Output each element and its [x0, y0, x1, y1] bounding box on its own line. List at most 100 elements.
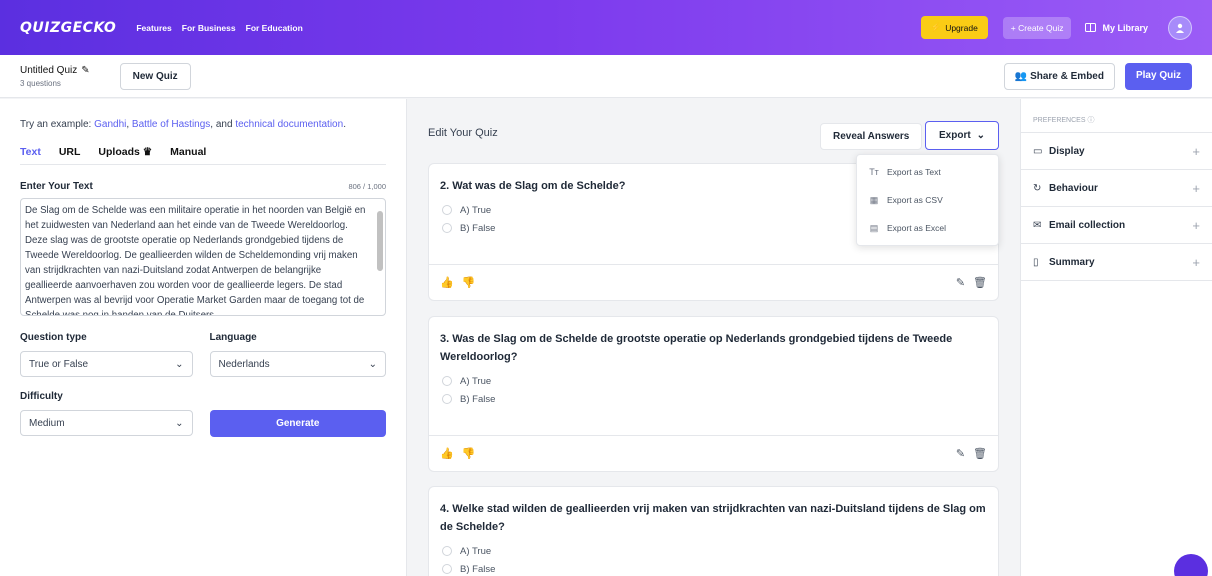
char-counter: 806 / 1,000	[348, 182, 386, 191]
tab-uploads[interactable]: Uploads ♛	[98, 146, 152, 158]
pref-label: Behaviour	[1049, 182, 1098, 194]
nav-link-business[interactable]: For Business	[182, 23, 236, 33]
pref-label: Email collection	[1049, 219, 1126, 231]
preferences-heading: PREFERENCES ⓘ	[1021, 99, 1212, 133]
tab-manual[interactable]: Manual	[170, 146, 206, 158]
radio-icon	[442, 205, 452, 215]
question-text[interactable]: 4. Welke stad wilden de geallieerden vri…	[429, 487, 998, 536]
thumbs-up-icon[interactable]: 👍	[440, 276, 454, 289]
language-label: Language	[209, 332, 257, 343]
share-embed-button[interactable]: 👥 Share & Embed	[1003, 62, 1115, 90]
radio-icon	[442, 394, 452, 404]
option-label: A) True	[460, 545, 492, 557]
tab-uploads-label: Uploads	[98, 146, 140, 158]
thumbs-down-icon[interactable]: 👎	[462, 447, 476, 460]
pref-behaviour[interactable]: ↻ Behaviour +	[1021, 170, 1212, 207]
play-quiz-button[interactable]: Play Quiz	[1124, 62, 1192, 90]
example-hastings[interactable]: Battle of Hastings	[132, 119, 210, 130]
options-list: A) True B) False	[429, 542, 998, 576]
language-select[interactable]: Nederlands ⌄	[209, 351, 386, 377]
question-type-col: Question type True or False ⌄	[20, 332, 193, 377]
option-item[interactable]: B) False	[429, 560, 998, 576]
examples-prefix: Try an example:	[20, 119, 95, 130]
export-text-item[interactable]: Tт Export as Text	[857, 158, 998, 186]
quiz-editor: Edit Your Quiz Reveal Answers Export ⌄ 2…	[408, 99, 1020, 576]
nav-link-education[interactable]: For Education	[246, 23, 303, 33]
export-button[interactable]: Export ⌄	[925, 121, 1000, 150]
quiz-title-text: Untitled Quiz	[20, 64, 78, 76]
top-nav: QUIZGECKO Features For Business For Educ…	[0, 0, 1212, 55]
excel-icon: ▤	[869, 222, 879, 233]
pencil-icon[interactable]: ✎	[81, 65, 89, 76]
question-card: 3. Was de Slag om de Schelde de grootste…	[428, 316, 999, 472]
tab-url[interactable]: URL	[59, 146, 81, 158]
pencil-icon[interactable]: ✎	[956, 276, 965, 289]
export-csv-item[interactable]: ▦ Export as CSV	[857, 186, 998, 214]
upgrade-label: Upgrade	[945, 22, 978, 33]
difficulty-row: Medium ⌄ Generate	[20, 410, 386, 437]
generator-panel: Try an example: Gandhi, Battle of Hastin…	[0, 99, 407, 576]
logo[interactable]: QUIZGECKO	[20, 20, 116, 36]
question-type-select[interactable]: True or False ⌄	[20, 351, 193, 377]
preferences-panel: PREFERENCES ⓘ ▭ Display + ↻ Behaviour + ✉ Ema…	[1020, 99, 1212, 576]
menu-label: Export as Excel	[887, 223, 947, 233]
source-tabs: Text URL Uploads ♛ Manual	[20, 146, 386, 165]
refresh-icon: ↻	[1033, 182, 1042, 194]
quiz-title[interactable]: Untitled Quiz ✎	[20, 65, 90, 76]
options-list: A) True B) False	[429, 372, 998, 408]
pref-display[interactable]: ▭ Display +	[1021, 133, 1212, 170]
option-label: B) False	[460, 393, 496, 405]
document-icon: ▯	[1033, 256, 1039, 268]
my-library-link[interactable]: My Library	[1085, 23, 1148, 33]
examples-line: Try an example: Gandhi, Battle of Hastin…	[20, 119, 386, 130]
create-quiz-button[interactable]: + Create Quiz	[1002, 16, 1072, 39]
generate-button[interactable]: Generate	[209, 410, 386, 437]
pref-summary[interactable]: ▯ Summary +	[1021, 244, 1212, 281]
menu-label: Export as CSV	[887, 195, 943, 205]
pref-email[interactable]: ✉ Email collection +	[1021, 207, 1212, 244]
options-row: Question type True or False ⌄ Language N…	[20, 332, 386, 377]
help-icon[interactable]: ⓘ	[1087, 117, 1094, 124]
difficulty-select[interactable]: Medium ⌄	[20, 410, 193, 436]
plus-icon: +	[1192, 180, 1200, 196]
radio-icon	[442, 223, 452, 233]
new-quiz-button[interactable]: New Quiz	[119, 62, 191, 90]
pencil-icon[interactable]: ✎	[956, 447, 965, 460]
export-label: Export	[939, 130, 971, 141]
source-text-input[interactable]: De Slag om de Schelde was een militaire …	[20, 198, 386, 316]
option-item[interactable]: A) True	[429, 542, 998, 560]
language-value: Nederlands	[218, 358, 270, 370]
thumbs-up-icon[interactable]: 👍	[440, 447, 454, 460]
upgrade-button[interactable]: ⚡ Upgrade	[920, 16, 988, 39]
export-excel-item[interactable]: ▤ Export as Excel	[857, 214, 998, 242]
example-gandhi[interactable]: Gandhi	[94, 119, 126, 130]
chevron-down-icon: ⌄	[368, 358, 377, 370]
tab-text[interactable]: Text	[20, 146, 41, 158]
textarea-scrollbar[interactable]	[377, 203, 383, 311]
avatar[interactable]	[1168, 15, 1192, 40]
question-text[interactable]: 3. Was de Slag om de Schelde de grootste…	[429, 317, 998, 366]
trash-icon[interactable]: 🗑	[973, 447, 987, 460]
option-item[interactable]: A) True	[429, 372, 998, 390]
preferences-label: PREFERENCES	[1033, 117, 1086, 124]
editor-title: Edit Your Quiz	[428, 127, 498, 139]
option-label: B) False	[460, 222, 496, 234]
card-footer: 👍 👎 ✎ 🗑	[429, 264, 998, 300]
trash-icon[interactable]: 🗑	[973, 276, 987, 289]
radio-icon	[442, 564, 452, 574]
my-library-label: My Library	[1102, 22, 1148, 33]
chevron-down-icon: ⌄	[175, 358, 184, 370]
scroll-thumb[interactable]	[377, 211, 383, 271]
example-tech-docs[interactable]: technical documentation	[235, 119, 343, 130]
thumbs-down-icon[interactable]: 👎	[462, 276, 476, 289]
option-label: A) True	[460, 375, 492, 387]
source-text: De Slag om de Schelde was een militaire …	[25, 205, 366, 316]
crown-icon: ♛	[142, 146, 153, 158]
bolt-icon: ⚡	[930, 22, 942, 32]
pref-label: Display	[1049, 145, 1085, 157]
reveal-answers-button[interactable]: Reveal Answers	[820, 123, 923, 150]
nav-link-features[interactable]: Features	[136, 23, 171, 33]
option-item[interactable]: B) False	[429, 390, 998, 408]
quiz-title-block: Untitled Quiz ✎ 3 questions	[20, 65, 90, 88]
text-icon: Tт	[869, 167, 879, 177]
